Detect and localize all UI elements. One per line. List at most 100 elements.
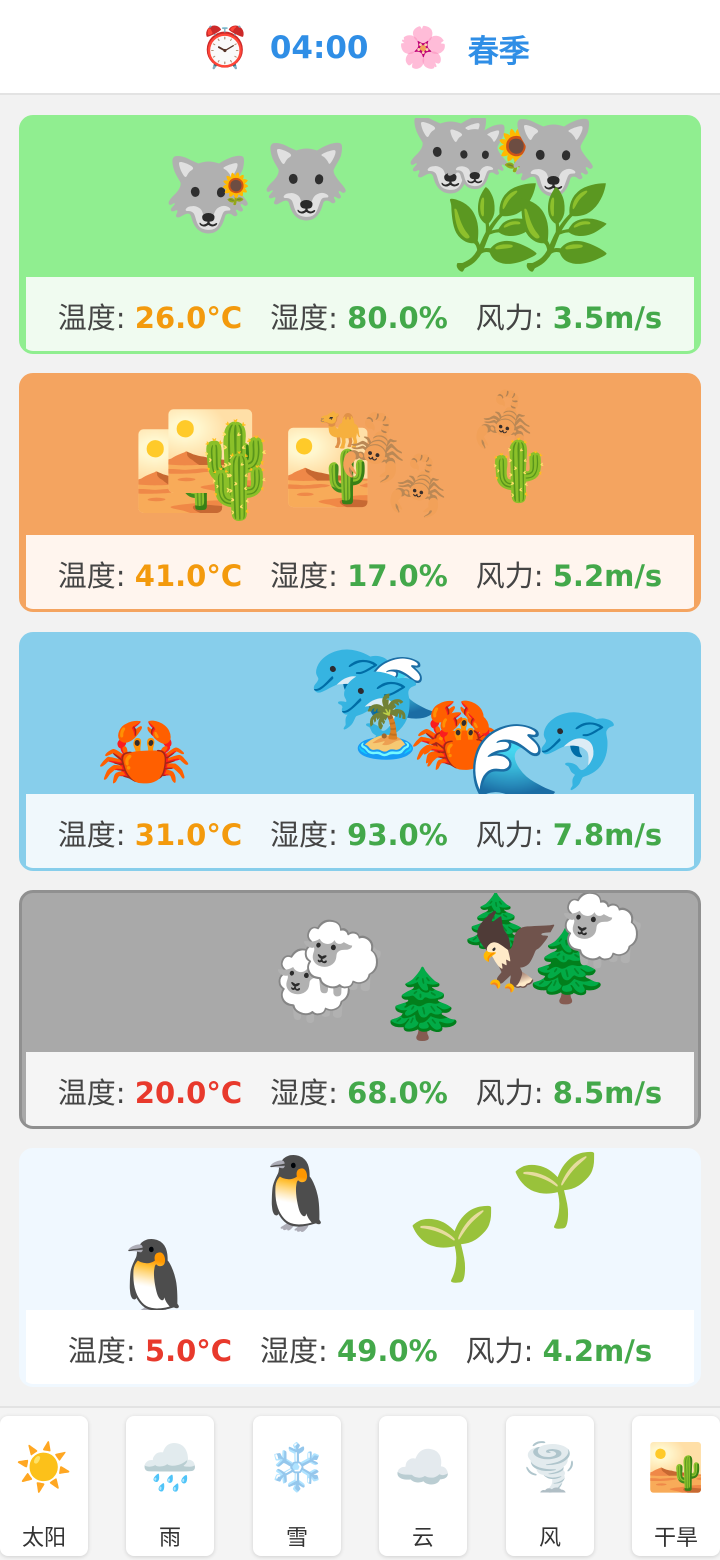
cherry-blossom-icon: 🌸 <box>398 25 448 71</box>
biome-card-grassland[interactable]: 🐺 🌻 🐺 🐺 🐺 🌻 🐺 🌿 🌿 温度: 26.0°C 湿度: 80.0% 风力: 3.5m/s <box>19 115 701 354</box>
temperature-value: 20.0°C <box>134 1075 243 1110</box>
tornado-icon: 🌪️ <box>521 1440 579 1494</box>
wind: 风力: 5.2m/s <box>476 553 662 595</box>
biome-scene: 🦀 🐬 🌊 🐬 🏝️ 🦀 🦀 🌊 🐬 <box>22 635 698 799</box>
humidity-value: 93.0% <box>347 817 448 852</box>
wind-label: 风力: <box>465 1333 543 1368</box>
humidity: 湿度: 17.0% <box>270 553 448 595</box>
top-bar: ⏰ 04:00 🌸 春季 <box>0 0 720 95</box>
temperature-value: 26.0°C <box>134 300 243 335</box>
sun-icon: ☀️ <box>15 1440 73 1494</box>
temperature-value: 5.0°C <box>144 1333 233 1368</box>
biome-card-polar[interactable]: 🐧 🐧 🌱 🌱 温度: 5.0°C 湿度: 49.0% 风力: 4.2m/s <box>19 1148 701 1387</box>
temperature: 温度: 26.0°C <box>58 295 242 337</box>
humidity-value: 68.0% <box>347 1075 448 1110</box>
humidity-value: 17.0% <box>347 558 448 593</box>
wind: 风力: 7.8m/s <box>476 812 662 854</box>
wind-label: 风力: <box>475 1075 553 1110</box>
stats-panel: 温度: 31.0°C 湿度: 93.0% 风力: 7.8m/s <box>26 794 694 868</box>
weather-button-cloud[interactable]: ☁️ 云 <box>379 1416 467 1556</box>
weather-button-tornado[interactable]: 🌪️ 风 <box>506 1416 594 1556</box>
biome-card-ocean[interactable]: 🦀 🐬 🌊 🐬 🏝️ 🦀 🦀 🌊 🐬 温度: 31.0°C 湿度: 93.0% 风力: 7.8m/s <box>19 632 701 871</box>
humidity-label: 湿度: <box>270 300 348 335</box>
weather-button-label: 风 <box>538 1526 561 1551</box>
temperature: 温度: 31.0°C <box>58 812 242 854</box>
snowflake-icon: ❄️ <box>268 1440 326 1494</box>
temperature: 温度: 5.0°C <box>68 1328 232 1370</box>
weather-button-rain[interactable]: 🌧️ 雨 <box>126 1416 214 1556</box>
temperature: 温度: 41.0°C <box>58 553 242 595</box>
humidity: 湿度: 93.0% <box>270 812 448 854</box>
creature-icon[interactable]: 🐧 <box>251 1157 341 1229</box>
wind-value: 5.2m/s <box>552 558 663 593</box>
biome-scene: 🐺 🌻 🐺 🐺 🐺 🌻 🐺 🌿 🌿 <box>22 118 698 277</box>
temperature-label: 温度: <box>57 558 135 593</box>
stats-panel: 温度: 26.0°C 湿度: 80.0% 风力: 3.5m/s <box>26 277 694 351</box>
stats-panel: 温度: 20.0°C 湿度: 68.0% 风力: 8.5m/s <box>26 1052 694 1126</box>
wind: 风力: 3.5m/s <box>476 295 662 337</box>
creature-icon[interactable]: 🌱 <box>408 1207 498 1279</box>
temperature-value: 41.0°C <box>134 558 243 593</box>
stats-panel: 温度: 41.0°C 湿度: 17.0% 风力: 5.2m/s <box>26 535 694 609</box>
stats-panel: 温度: 5.0°C 湿度: 49.0% 风力: 4.2m/s <box>26 1310 694 1384</box>
temperature-label: 温度: <box>67 1333 145 1368</box>
biome-card-desert[interactable]: 🏜️ 🏜️ 🌵 🌵 🏜️ 🐪 🦂 🦂 🦂 🌵 温度: 41.0°C 湿度: 17.0% 风力: 5.2m… <box>19 373 701 612</box>
creature-icon[interactable]: 🦂 <box>383 459 453 515</box>
biome-scene: 🐧 🐧 🌱 🌱 <box>22 1151 698 1313</box>
time-label: 04:00 <box>269 30 369 66</box>
creature-icon[interactable]: 🌲 <box>381 971 466 1039</box>
season-label: 春季 <box>467 33 530 70</box>
temperature-label: 温度: <box>57 817 135 852</box>
humidity: 湿度: 49.0% <box>260 1328 438 1370</box>
season-display: 🌸 春季 <box>398 22 530 74</box>
humidity: 湿度: 80.0% <box>270 295 448 337</box>
wind-label: 风力: <box>475 300 553 335</box>
weather-button-desert[interactable]: 🏜️ 干旱 <box>632 1416 720 1556</box>
weather-button-label: 云 <box>411 1526 434 1551</box>
humidity-label: 湿度: <box>270 558 348 593</box>
wind: 风力: 8.5m/s <box>476 1070 662 1112</box>
weather-button-label: 干旱 <box>653 1526 698 1551</box>
creature-icon[interactable]: 🌻 <box>217 175 254 205</box>
weather-button-snowflake[interactable]: ❄️ 雪 <box>253 1416 341 1556</box>
humidity-value: 49.0% <box>337 1333 438 1368</box>
creature-icon[interactable]: 🐺 <box>261 145 351 217</box>
temperature-value: 31.0°C <box>134 817 243 852</box>
weather-button-sun[interactable]: ☀️ 太阳 <box>0 1416 88 1556</box>
creature-icon[interactable]: 🐑 <box>299 923 386 993</box>
creature-icon[interactable]: 🦀 <box>97 713 192 789</box>
temperature-label: 温度: <box>57 300 135 335</box>
biome-scene: 🐑 🐑 🌲 🌲 🦅 🌲 🐑 <box>22 893 698 1052</box>
wind-value: 7.8m/s <box>552 817 663 852</box>
desert-icon: 🏜️ <box>647 1440 705 1494</box>
creature-icon[interactable]: 🌵 <box>199 455 279 519</box>
humidity-value: 80.0% <box>347 300 448 335</box>
creature-icon[interactable]: 🐬 <box>533 715 623 787</box>
humidity-label: 湿度: <box>270 1075 348 1110</box>
wind: 风力: 4.2m/s <box>466 1328 652 1370</box>
rain-icon: 🌧️ <box>141 1440 199 1494</box>
weather-button-label: 太阳 <box>21 1526 66 1551</box>
humidity: 湿度: 68.0% <box>270 1070 448 1112</box>
weather-toolbar: ☀️ 太阳 🌧️ 雨 ❄️ 雪 ☁️ 云 🌪️ 风 🏜️ 干旱 <box>0 1406 720 1560</box>
weather-button-label: 雨 <box>158 1526 181 1551</box>
humidity-label: 湿度: <box>270 817 348 852</box>
wind-value: 8.5m/s <box>552 1075 663 1110</box>
temperature: 温度: 20.0°C <box>58 1070 242 1112</box>
temperature-label: 温度: <box>57 1075 135 1110</box>
weather-button-label: 雪 <box>285 1526 308 1551</box>
alarm-clock-icon: ⏰ <box>200 25 250 71</box>
creature-icon[interactable]: 🌿 <box>513 188 613 268</box>
humidity-label: 湿度: <box>260 1333 338 1368</box>
creature-icon[interactable]: 🌱 <box>511 1153 601 1225</box>
wind-label: 风力: <box>475 817 553 852</box>
creature-icon[interactable]: 🐧 <box>109 1241 199 1313</box>
creature-icon[interactable]: 🐑 <box>559 895 646 965</box>
wind-label: 风力: <box>475 558 553 593</box>
biome-card-forest[interactable]: 🐑 🐑 🌲 🌲 🦅 🌲 🐑 温度: 20.0°C 湿度: 68.0% 风力: 8.5m/s <box>19 890 701 1129</box>
wind-value: 3.5m/s <box>552 300 663 335</box>
cloud-icon: ☁️ <box>394 1440 452 1494</box>
wind-value: 4.2m/s <box>542 1333 653 1368</box>
creature-icon[interactable]: 🌵 <box>481 441 556 501</box>
biome-scene: 🏜️ 🏜️ 🌵 🌵 🏜️ 🐪 🦂 🦂 🦂 🌵 <box>22 376 698 535</box>
